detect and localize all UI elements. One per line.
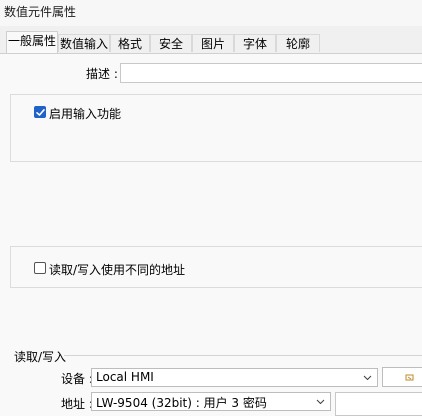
rw-group-divider [64,355,422,356]
device-select[interactable]: Local HMI [91,368,378,387]
address-value: LW-9504 (32bit) : 用户 3 密码 [96,396,267,410]
tab-outline[interactable]: 轮廓 [276,34,320,52]
diff-address-label: 读取/写入使用不同的地址 [49,263,186,277]
chevron-down-icon [316,399,325,405]
tab-security[interactable]: 安全 [150,34,192,52]
description-label: 描述 : [86,67,118,81]
tab-format[interactable]: 格式 [110,34,150,52]
tab-general[interactable]: 一般属性 [6,31,58,53]
window-title: 数值元件属性 [4,5,77,19]
tab-picture[interactable]: 图片 [192,34,234,52]
tab-content: 描述 : 启用输入功能 读取/写入使用不同的地址 读取/写入 设备 : Loca… [0,54,422,416]
address-extra-field[interactable] [335,392,422,416]
title-bar: 数值元件属性 [0,0,422,26]
device-value: Local HMI [96,370,154,384]
rw-group-title: 读取/写入 [14,350,67,364]
address-label: 地址 : [61,397,93,411]
enable-input-checkbox[interactable] [34,106,46,118]
diff-address-checkbox[interactable] [34,262,46,274]
device-settings-button[interactable] [382,367,422,387]
address-select[interactable]: LW-9504 (32bit) : 用户 3 密码 [91,392,331,411]
chevron-down-icon [363,375,372,381]
checkmark-icon [36,109,45,116]
tab-strip: 一般属性 数值输入 格式 安全 图片 字体 轮廓 [0,31,422,54]
tab-font[interactable]: 字体 [234,34,276,52]
description-input[interactable] [120,63,422,83]
settings-icon [405,374,414,381]
enable-input-label: 启用输入功能 [49,107,122,121]
device-label: 设备 : [61,372,93,386]
tab-numeric-input[interactable]: 数值输入 [58,34,110,52]
